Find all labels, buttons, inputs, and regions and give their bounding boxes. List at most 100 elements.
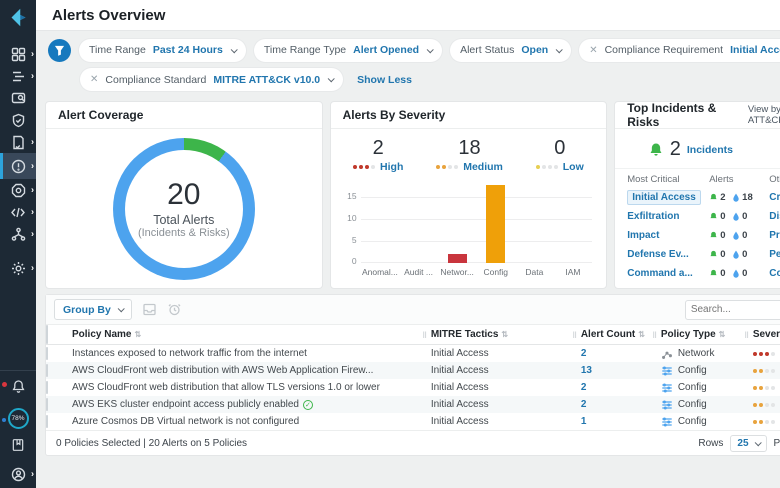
table-search[interactable] — [685, 300, 780, 320]
filter-compliance-standard[interactable]: ✕ Compliance Standard MITRE ATT&CK v10.0 — [80, 68, 343, 91]
alert-count-link[interactable]: 13 — [581, 365, 661, 376]
policy-name-link[interactable]: AWS CloudFront web distribution that all… — [72, 382, 380, 393]
sidebar-item-graph[interactable]: › — [0, 223, 36, 245]
alert-count-link[interactable]: 2 — [581, 348, 661, 359]
view-by-label: View by MITRE ATT&CK — [748, 104, 780, 126]
alert-count-link[interactable]: 2 — [581, 399, 661, 410]
severity-bar-chart: 0 5 10 15 — [337, 181, 597, 277]
bar-config[interactable] — [486, 185, 505, 263]
tactic-command-and-control[interactable]: Command a... — [627, 264, 703, 283]
usage-progress-ring[interactable]: 78% — [8, 408, 29, 429]
code-icon — [10, 205, 26, 220]
remove-filter-icon[interactable]: ✕ — [90, 74, 98, 85]
tactic-initial-access[interactable]: Initial Access — [627, 188, 703, 207]
verified-badge-icon: ✓ — [303, 400, 313, 410]
alert-coverage-donut[interactable]: 20 Total Alerts (Incidents & Risks) — [113, 138, 255, 280]
policy-name-link[interactable]: Azure Cosmos DB Virtual network is not c… — [72, 416, 299, 427]
chevron-right-icon: › — [31, 50, 34, 59]
remove-filter-icon[interactable]: ✕ — [589, 45, 597, 56]
sort-icon: ⇅ — [638, 330, 645, 339]
prisma-cloud-logo[interactable] — [8, 7, 29, 33]
row-checkbox[interactable] — [46, 347, 48, 360]
sidebar-item-settings[interactable]: › — [0, 257, 36, 279]
alert-count-link[interactable]: 1 — [581, 416, 661, 427]
severity-low-summary[interactable]: 0 Low — [536, 137, 584, 173]
policy-name-link[interactable]: AWS CloudFront web distribution with AWS… — [72, 365, 373, 376]
table-header-row: Policy Name⇅‖ MITRE Tactics⇅‖ Alert Coun… — [46, 324, 780, 345]
table-row[interactable]: AWS CloudFront web distribution with AWS… — [46, 362, 780, 379]
sidebar-item-compute[interactable]: › — [0, 179, 36, 201]
risk-drop-icon — [732, 212, 740, 221]
table-row[interactable]: AWS EKS cluster endpoint access publicly… — [46, 396, 780, 413]
table-row[interactable]: AWS CloudFront web distribution that all… — [46, 379, 780, 396]
tactic-credential[interactable]: Credential ... — [769, 188, 780, 207]
tactic-defense-evasion[interactable]: Defense Ev... — [627, 245, 703, 264]
policy-type-label: Config — [678, 416, 707, 427]
severity-dots — [753, 420, 775, 424]
policy-name-link[interactable]: AWS EKS cluster endpoint access publicly… — [72, 399, 299, 410]
row-checkbox[interactable] — [46, 415, 48, 428]
tactic-collection[interactable]: Collection — [769, 264, 780, 283]
tactic-persistence[interactable]: Persistence — [769, 245, 780, 264]
col-mitre-tactics[interactable]: MITRE Tactics⇅‖ — [431, 329, 581, 340]
search-card-icon — [11, 91, 26, 106]
filter-time-range-type[interactable]: Time Range Type Alert Opened — [254, 39, 442, 62]
row-checkbox[interactable] — [46, 398, 48, 411]
severity-dots — [753, 403, 775, 407]
col-policy-type[interactable]: Policy Type⇅‖ — [661, 329, 753, 340]
book-icon — [11, 438, 25, 452]
filter-toggle-button[interactable] — [48, 39, 71, 62]
group-by-button[interactable]: Group By — [54, 299, 132, 320]
funnel-icon — [54, 45, 65, 56]
tactic-exfiltration[interactable]: Exfiltration — [627, 207, 703, 226]
sidebar-item-code-security[interactable]: › — [0, 201, 36, 223]
incidents-summary[interactable]: 2 Incidents — [648, 138, 733, 161]
select-all-checkbox[interactable] — [46, 325, 48, 344]
selection-summary: 0 Policies Selected | 20 Alerts on 5 Pol… — [56, 438, 247, 449]
show-less-link[interactable]: Show Less — [357, 74, 412, 86]
row-checkbox[interactable] — [46, 381, 48, 394]
page-title: Alerts Overview — [52, 7, 165, 24]
tactic-discovery[interactable]: Discovery — [769, 207, 780, 226]
incident-bell-icon — [709, 212, 718, 221]
search-input[interactable] — [691, 304, 780, 315]
severity-medium-summary[interactable]: 18 Medium — [436, 137, 503, 173]
table-row[interactable]: Azure Cosmos DB Virtual network is not c… — [46, 413, 780, 430]
docs-button[interactable] — [11, 438, 25, 457]
policy-type-label: Config — [678, 382, 707, 393]
sidebar-item-investigate[interactable] — [0, 87, 36, 109]
policy-name-link[interactable]: Instances exposed to network traffic fro… — [72, 348, 307, 359]
chevron-down-icon — [118, 305, 125, 312]
snooze-alerts-button[interactable] — [167, 302, 182, 317]
col-policy-name[interactable]: Policy Name⇅‖ — [72, 329, 431, 340]
incident-bell-icon — [648, 142, 664, 158]
tactic-impact[interactable]: Impact — [627, 226, 703, 245]
notifications-button[interactable] — [11, 379, 26, 399]
table-row[interactable]: Instances exposed to network traffic fro… — [46, 345, 780, 362]
rows-per-page-select[interactable]: 25 — [730, 435, 766, 452]
filter-time-range[interactable]: Time Range Past 24 Hours — [79, 39, 246, 62]
risk-drop-icon — [732, 250, 740, 259]
filter-alert-status[interactable]: Alert Status Open — [450, 39, 571, 62]
sidebar-item-policies[interactable]: › — [0, 131, 36, 153]
sort-icon: ⇅ — [134, 330, 141, 339]
tactic-privilege-escalation[interactable]: Privilege Es... — [769, 226, 780, 245]
row-checkbox[interactable] — [46, 364, 48, 377]
dismiss-alerts-button[interactable] — [142, 302, 157, 317]
account-button[interactable]: › — [0, 466, 36, 482]
config-type-icon — [661, 399, 673, 411]
sidebar-item-alerts[interactable]: › — [0, 153, 36, 179]
severity-high-summary[interactable]: 2 High — [353, 137, 403, 173]
incident-bell-icon — [709, 250, 718, 259]
policy-type-label: Network — [678, 348, 715, 359]
sidebar-item-dashboards[interactable]: › — [0, 43, 36, 65]
alert-count-link[interactable]: 2 — [581, 382, 661, 393]
bar-network[interactable] — [448, 254, 467, 263]
col-alert-count[interactable]: Alert Count⇅‖ — [581, 329, 661, 340]
sidebar-item-inventory[interactable]: › — [0, 65, 36, 87]
col-severity[interactable]: Severity↑ — [753, 329, 780, 340]
chevron-right-icon: › — [31, 138, 34, 147]
sidebar-item-compliance[interactable] — [0, 109, 36, 131]
filter-compliance-requirement[interactable]: ✕ Compliance Requirement Initial Access — [579, 39, 780, 62]
main-content: Alerts Overview ⋮ Time Range Past 24 Hou… — [36, 0, 780, 488]
